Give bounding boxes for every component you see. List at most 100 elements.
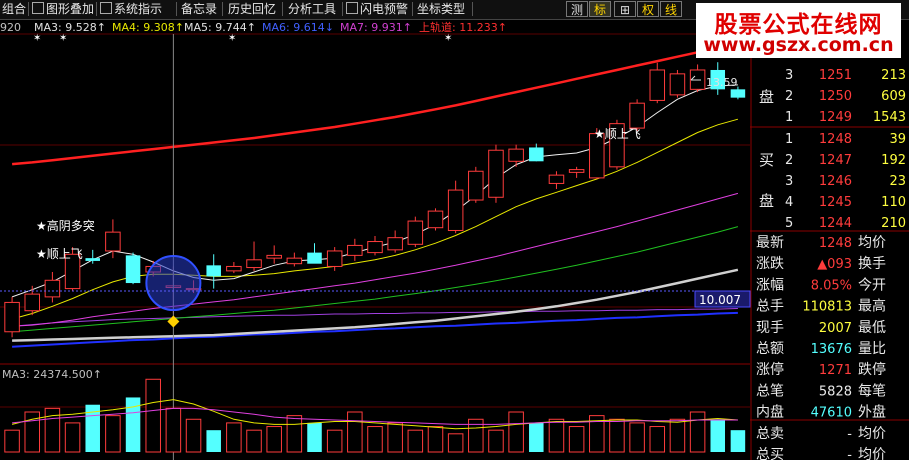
sell-volume: 1543	[873, 110, 906, 125]
volume-bar	[64, 422, 81, 453]
buy-level: 5	[785, 216, 793, 231]
volume-bar	[407, 429, 424, 453]
volume-header-ma: MA3: 24374.500↑	[2, 368, 102, 381]
candle-body	[4, 301, 20, 333]
stat-label-right: 量比	[858, 341, 886, 357]
candle-body	[105, 231, 121, 252]
stat-value: 110813	[802, 300, 852, 315]
candle-body	[307, 252, 322, 264]
stat-label-right: 换手	[858, 255, 886, 272]
buy-price: 1248	[819, 132, 852, 147]
sell-volume: 213	[881, 68, 906, 83]
buy-volume: 192	[881, 153, 906, 168]
candle-body	[226, 265, 242, 272]
ma-short-line	[11, 84, 738, 298]
sell-price: 1251	[819, 68, 852, 83]
rights-button[interactable]: 权	[637, 1, 659, 17]
stat-label-right: 最高	[858, 298, 886, 315]
volume-ma-line	[12, 407, 738, 425]
sell-level: 2	[785, 89, 793, 104]
candle-body	[427, 210, 444, 229]
line-button[interactable]: 线	[660, 1, 682, 17]
ma-blue-line	[12, 311, 738, 348]
ma-header-item: MA4: 9.308↑	[112, 21, 184, 34]
toolbar-indicator[interactable]: 系统指示	[100, 1, 162, 17]
sell-level: 3	[785, 68, 793, 83]
mark-button[interactable]: 标	[589, 1, 611, 17]
stat-label-right: 均价	[858, 447, 886, 460]
candle-body	[629, 102, 645, 129]
candle-body	[387, 237, 403, 251]
stat-label-right: 每笔	[858, 383, 886, 399]
stat-label: 涨停	[756, 361, 784, 378]
stat-label: 总笔	[756, 383, 784, 399]
candle-body	[246, 259, 262, 269]
ma-header-item: MA3: 9.528↑	[34, 21, 106, 34]
candle-body	[447, 189, 464, 231]
candle-body	[44, 279, 61, 298]
volume-bar	[206, 430, 221, 452]
candle-body	[669, 73, 686, 96]
buy-label-2: 盘	[759, 192, 774, 210]
toolbar-axis-type[interactable]: 坐标类型	[417, 1, 465, 17]
toolbar-analysis[interactable]: 分析工具	[288, 1, 336, 17]
volume-bar	[447, 433, 464, 453]
stat-value: -	[847, 427, 852, 442]
watermark-url: www.gszx.com.cn	[703, 34, 894, 56]
measure-button[interactable]: 测	[566, 1, 588, 17]
volume-bar	[669, 418, 686, 453]
highlight-circle	[145, 255, 202, 312]
stat-value: 2007	[819, 321, 852, 336]
volume-bar	[266, 426, 282, 453]
stat-label: 总卖	[756, 426, 784, 442]
annotation-shunshang-right: ★顺上飞	[594, 127, 641, 141]
buy-price: 1246	[819, 174, 852, 189]
grid-button[interactable]: ⊞	[614, 1, 636, 17]
volume-bar	[427, 426, 444, 453]
toolbar-overlay[interactable]: 图形叠加	[32, 1, 94, 17]
candle-body	[347, 244, 363, 256]
volume-bar	[649, 426, 666, 453]
stat-value: 1271	[819, 363, 852, 378]
stat-label: 现手	[756, 320, 784, 336]
stat-label: 总买	[756, 447, 784, 460]
stat-label-right: 均价	[858, 426, 886, 442]
ma-header-item: MA7: 9.931↑	[340, 21, 412, 34]
ma-header-partial: 920	[0, 21, 21, 34]
star-marker-icon: ✶	[444, 33, 452, 44]
candle-body	[488, 149, 504, 198]
volume-bar	[347, 411, 363, 453]
buy-volume: 210	[881, 216, 906, 231]
volume-bar	[4, 429, 20, 453]
annotation-shunshang-left: ★顺上飞	[36, 247, 83, 261]
volume-bar	[105, 415, 121, 453]
star-marker-icon: ✶	[59, 33, 67, 44]
sell-price: 1249	[819, 110, 852, 125]
candle-body	[548, 174, 565, 184]
buy-label: 买	[759, 151, 774, 169]
kline-chart: ★高阴多突 ★顺上飞 ★顺上飞 13.59 10.007 920 MA3: 9.528↑ MA…	[0, 19, 909, 460]
candle-body	[649, 69, 666, 101]
volume-bar	[529, 422, 544, 452]
stat-label-right: 均价	[858, 235, 886, 251]
stat-value: 5828	[819, 384, 852, 399]
candle-body	[266, 254, 282, 259]
stat-label-right: 今开	[858, 277, 886, 293]
candle-body	[367, 241, 383, 254]
toolbar-combo[interactable]: 组合	[2, 1, 26, 17]
buy-price: 1245	[819, 195, 852, 210]
stat-value: 47610	[811, 406, 852, 421]
candle-body	[730, 89, 746, 98]
volume-ma-line	[11, 399, 738, 430]
volume-bar	[730, 430, 746, 452]
upper-band-line	[11, 42, 739, 166]
star-marker-icon: ✶	[33, 33, 41, 44]
toolbar-alert[interactable]: 闪电预警	[346, 1, 408, 17]
candle-body	[568, 169, 585, 173]
candle-body	[125, 255, 141, 284]
toolbar-history[interactable]: 历史回忆	[228, 1, 276, 17]
stat-label: 内盘	[756, 404, 784, 421]
buy-price: 1244	[819, 216, 852, 231]
volume-bar	[367, 426, 383, 453]
toolbar-memo[interactable]: 备忘录	[181, 1, 217, 17]
